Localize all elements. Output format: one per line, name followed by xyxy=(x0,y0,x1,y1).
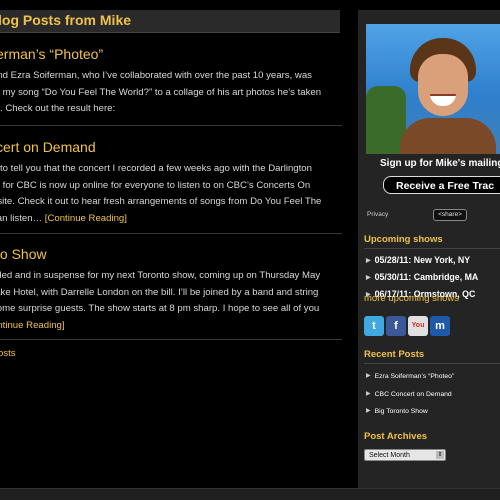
arrow-bullet-icon: ▶ xyxy=(366,408,371,414)
twitter-icon[interactable]: t xyxy=(364,316,384,336)
older-posts-link[interactable]: osts xyxy=(0,348,16,359)
recent-posts-heading: Recent Posts xyxy=(364,349,425,360)
facebook-icon[interactable]: f xyxy=(386,316,406,336)
upcoming-shows-heading: Upcoming shows xyxy=(364,234,443,245)
photo-face xyxy=(418,54,468,116)
continue-reading-link[interactable]: ontinue Reading] xyxy=(0,320,65,331)
privacy-link[interactable]: Privacy xyxy=(367,211,388,218)
post-title[interactable]: erman’s “Photeo” xyxy=(0,46,103,62)
recent-post-link[interactable]: ▶ Ezra Soiferman’s “Photeo” xyxy=(366,372,454,380)
page: log Posts from Mike erman’s “Photeo” end… xyxy=(0,0,500,500)
myspace-icon[interactable]: m xyxy=(430,316,450,336)
receive-free-track-button[interactable]: Receive a Free Trac xyxy=(383,176,500,194)
show-item-label: 05/28/11: New York, NY xyxy=(374,255,471,265)
post-line: et for CBC is now up online for everyone… xyxy=(0,179,311,191)
chevron-down-icon: ⇕ xyxy=(436,451,444,459)
show-item-label: 05/30/11: Cambridge, MA xyxy=(374,272,479,282)
sidebar: Sign up for Mike's mailing Receive a Fre… xyxy=(358,10,500,488)
post-line: can listen… [Continue Reading] xyxy=(0,211,342,228)
post-line: rake Hotel, with Darrelle London on the … xyxy=(0,286,319,298)
recent-post-link[interactable]: ▶ CBC Concert on Demand xyxy=(366,390,452,398)
section-rule xyxy=(364,248,500,249)
post-line: rilled and in suspense for my next Toron… xyxy=(0,270,321,281)
post-body: e to tell you that the concert I recorde… xyxy=(0,161,342,227)
post-title[interactable]: to Show xyxy=(0,246,47,262)
post-line: some surprise guests. The show starts at… xyxy=(0,303,320,314)
post-body: end Ezra Soiferman, who I’ve collaborate… xyxy=(0,68,342,118)
photo-shirt xyxy=(400,118,496,154)
bottom-bar xyxy=(0,488,500,500)
recent-post-link[interactable]: ▶ Big Toronto Show xyxy=(366,407,428,415)
post-body: rilled and in suspense for my next Toron… xyxy=(0,268,342,334)
recent-post-label: CBC Concert on Demand xyxy=(374,391,452,398)
recent-post-label: Big Toronto Show xyxy=(374,408,428,415)
mike-photo xyxy=(366,24,500,154)
post-divider xyxy=(0,125,342,126)
mailing-signup-title: Sign up for Mike's mailing xyxy=(380,158,500,169)
arrow-bullet-icon: ▶ xyxy=(366,258,371,264)
post-archives-heading: Post Archives xyxy=(364,431,428,442)
continue-reading-link[interactable]: [Continue Reading] xyxy=(45,213,127,224)
show-item[interactable]: ▶ 05/28/11: New York, NY xyxy=(366,255,470,265)
post-line: rs. Check out the result here: xyxy=(0,103,116,114)
post-line: ut my song “Do You Feel The World?” to a… xyxy=(0,86,322,98)
arrow-bullet-icon: ▶ xyxy=(366,275,371,281)
post-line: end Ezra Soiferman, who I’ve collaborate… xyxy=(0,70,312,81)
post-title[interactable]: cert on Demand xyxy=(0,139,96,155)
youtube-icon[interactable]: You xyxy=(408,316,428,336)
recent-post-label: Ezra Soiferman’s “Photeo” xyxy=(374,373,455,380)
blog-posts-heading: log Posts from Mike xyxy=(0,12,132,28)
archive-month-select[interactable]: Select Month ⇕ xyxy=(364,449,446,461)
section-rule xyxy=(364,363,500,364)
post-line: e to tell you that the concert I recorde… xyxy=(0,163,312,174)
blog-posts-header: log Posts from Mike xyxy=(0,10,340,33)
post-divider xyxy=(0,233,342,234)
share-button[interactable]: <share> xyxy=(433,209,467,221)
show-item[interactable]: ▶ 05/30/11: Cambridge, MA xyxy=(366,272,478,282)
arrow-bullet-icon: ▶ xyxy=(366,391,371,397)
archive-select-value: Select Month xyxy=(369,452,410,459)
post-line: osite. Check it out to hear fresh arrang… xyxy=(0,196,322,207)
more-upcoming-shows-link[interactable]: more upcoming shows xyxy=(364,293,459,304)
post-divider xyxy=(0,339,342,340)
post-line-text: can listen… xyxy=(0,212,43,224)
arrow-bullet-icon: ▶ xyxy=(366,373,371,379)
post-line: ontinue Reading] xyxy=(0,318,342,335)
